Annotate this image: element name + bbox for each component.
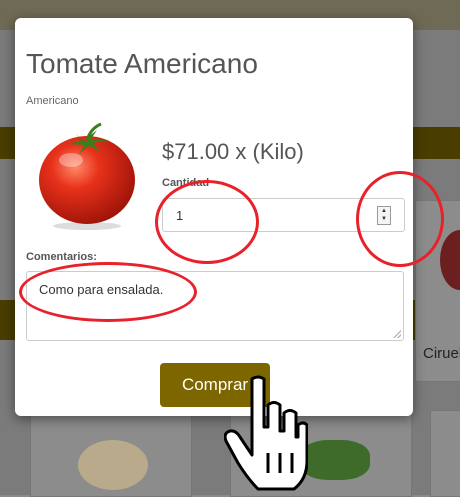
background-product-label: Ciruel [423, 345, 460, 362]
resize-grip-icon[interactable] [393, 330, 401, 338]
background-product-card[interactable] [430, 410, 460, 497]
tomato-image [39, 122, 135, 230]
background-beans-image [300, 440, 370, 480]
background-mushroom-image [78, 440, 148, 490]
comments-field[interactable]: Como para ensalada. [26, 271, 404, 341]
product-title: Tomate Americano [26, 48, 258, 79]
comments-label: Comentarios: [26, 251, 97, 263]
quantity-stepper[interactable]: 1 ▲ ▼ [162, 198, 405, 232]
quantity-label: Cantidad [162, 177, 210, 189]
product-subtitle: Americano [26, 95, 79, 107]
spinner-icon[interactable]: ▲ ▼ [377, 206, 391, 225]
comments-value: Como para ensalada. [39, 282, 164, 297]
product-price: $71.00 x (Kilo) [162, 139, 304, 164]
product-modal: Tomate Americano Americano $71.00 x (Kil… [15, 18, 413, 416]
quantity-value: 1 [176, 208, 184, 223]
hand-cursor-icon [224, 375, 308, 491]
